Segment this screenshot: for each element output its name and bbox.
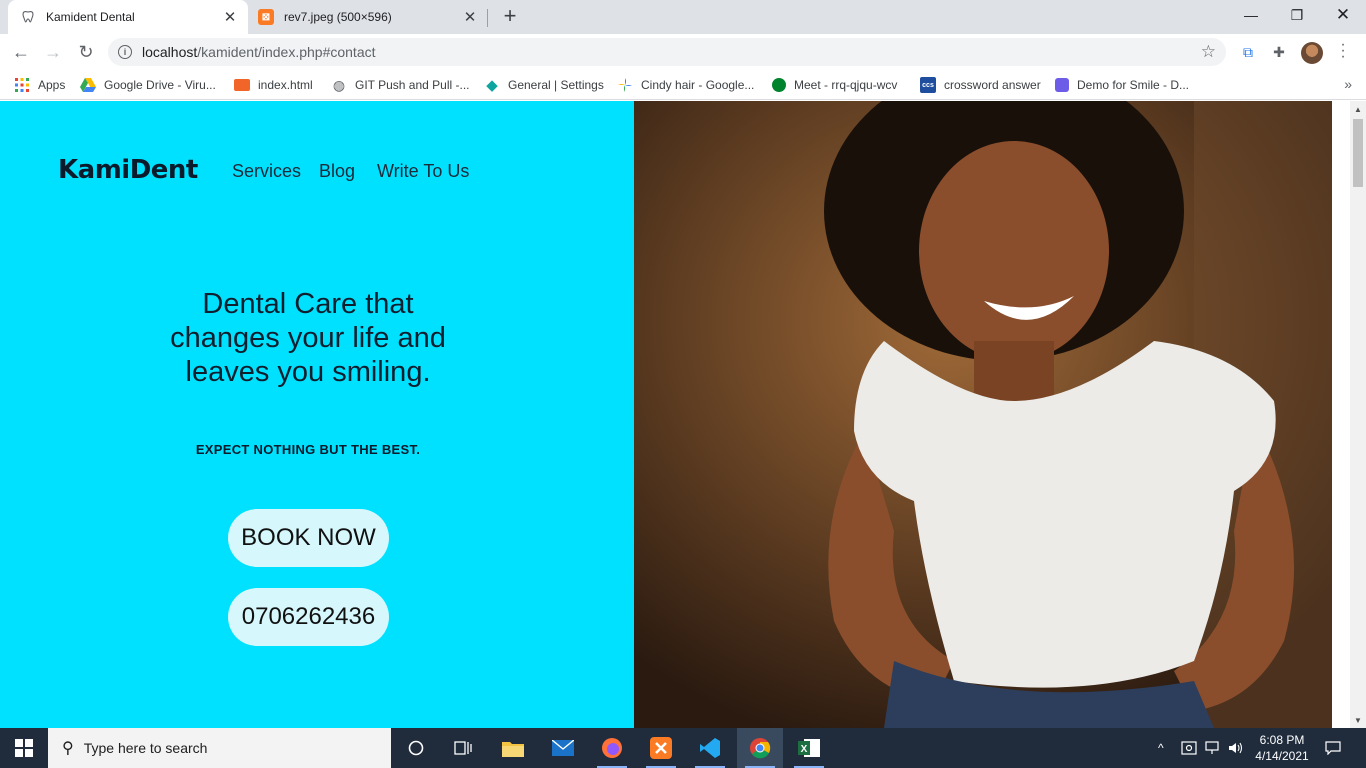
hero-title: Dental Care that changes your life and l… <box>170 288 446 388</box>
chevron-more-bookmarks-icon[interactable]: » <box>1344 76 1352 92</box>
network-icon[interactable] <box>1205 728 1221 768</box>
tab-separator <box>487 9 488 27</box>
excel-icon[interactable]: X <box>786 728 832 768</box>
url-text: localhost/kamident/index.php#contact <box>142 44 376 60</box>
bookmark-label: index.html <box>258 78 313 92</box>
bookmark-git-push-pull[interactable]: ◍ GIT Push and Pull -... <box>331 76 470 94</box>
vscode-icon[interactable] <box>687 728 733 768</box>
bookmark-label: Demo for Smile - D... <box>1077 78 1190 92</box>
page-viewport: KamiDent Services Blog Write To Us Denta… <box>0 101 1366 728</box>
mail-icon[interactable] <box>540 728 586 768</box>
smiling-woman-image <box>634 101 1332 728</box>
bookmark-index-html[interactable]: index.html <box>234 76 313 94</box>
search-placeholder: Type here to search <box>83 740 208 756</box>
volume-icon[interactable] <box>1228 728 1244 768</box>
address-bar[interactable]: i localhost/kamident/index.php#contact ☆ <box>108 38 1226 66</box>
meet-icon <box>772 78 786 92</box>
nav-link-write-to-us[interactable]: Write To Us <box>377 161 469 182</box>
extensions-puzzle-icon[interactable]: ✚ <box>1270 43 1288 61</box>
back-arrow-icon[interactable]: ← <box>8 39 34 65</box>
bookmark-label: GIT Push and Pull -... <box>355 78 470 92</box>
bookmark-label: Google Drive - Viru... <box>104 78 216 92</box>
windows-taskbar: ⚲ Type here to search X ^ 6:08 PM 4/14/2… <box>0 728 1366 768</box>
cortana-icon[interactable] <box>393 728 439 768</box>
task-view-icon[interactable] <box>440 728 486 768</box>
bookmark-cindy-hair[interactable]: Cindy hair - Google... <box>617 76 754 94</box>
book-now-button[interactable]: BOOK NOW <box>228 509 389 567</box>
demo-icon <box>1055 78 1069 92</box>
screen-capture-extension-icon[interactable]: ⧉ <box>1239 43 1257 61</box>
browser-toolbar: ← → ↻ i localhost/kamident/index.php#con… <box>0 34 1366 70</box>
bookmark-meet[interactable]: Meet - rrq-qjqu-wcv <box>772 76 897 94</box>
xampp-icon: ⊠ <box>258 9 274 25</box>
clock-time: 6:08 PM <box>1259 733 1305 747</box>
tooth-icon <box>20 9 36 25</box>
notifications-icon[interactable] <box>1324 728 1342 768</box>
tray-app-icon[interactable] <box>1181 728 1197 768</box>
forward-arrow-icon[interactable]: → <box>40 39 66 65</box>
nav-link-services[interactable]: Services <box>232 161 301 182</box>
close-icon[interactable]: ✕ <box>462 9 478 26</box>
firefox-icon[interactable] <box>589 728 635 768</box>
diamond-icon: ◆ <box>486 77 498 94</box>
scrollbar-thumb[interactable] <box>1353 119 1363 187</box>
file-explorer-icon[interactable] <box>490 728 536 768</box>
bookmarks-bar: Apps Google Drive - Viru... index.html ◍… <box>0 70 1366 100</box>
nav-link-blog[interactable]: Blog <box>319 161 355 182</box>
bookmark-crossword-answer[interactable]: ccs crossword answer <box>920 76 1041 94</box>
xampp-icon[interactable] <box>638 728 684 768</box>
bookmark-google-drive[interactable]: Google Drive - Viru... <box>80 76 216 94</box>
more-menu-icon[interactable]: · · · <box>1338 37 1348 65</box>
scroll-down-icon[interactable]: ▼ <box>1350 712 1366 728</box>
minimize-icon[interactable]: — <box>1228 0 1274 30</box>
bookmark-label: Apps <box>38 78 66 92</box>
html-icon <box>234 79 250 91</box>
bookmark-general-settings[interactable]: ◆ General | Settings <box>484 76 604 94</box>
page-scrollbar[interactable]: ▲ ▼ <box>1350 101 1366 728</box>
windows-start-icon[interactable] <box>0 728 48 768</box>
taskbar-search-input[interactable]: ⚲ Type here to search <box>48 728 391 768</box>
globe-icon: ◍ <box>332 76 346 93</box>
window-close-icon[interactable]: ✕ <box>1320 0 1366 30</box>
reload-icon[interactable]: ↻ <box>73 39 99 65</box>
show-hidden-icons-chevron-icon[interactable]: ^ <box>1158 728 1164 768</box>
tab-rev7-jpeg[interactable]: ⊠ rev7.jpeg (500×596) ✕ <box>250 0 488 34</box>
bookmark-apps[interactable]: Apps <box>14 76 65 94</box>
tab-title: Kamident Dental <box>46 10 135 24</box>
apps-grid-icon <box>14 77 30 93</box>
system-clock[interactable]: 6:08 PM 4/14/2021 <box>1252 732 1312 764</box>
bookmark-label: Meet - rrq-qjqu-wcv <box>794 78 898 92</box>
chrome-icon[interactable] <box>737 728 783 768</box>
browser-tab-bar: Kamident Dental ✕ ⊠ rev7.jpeg (500×596) … <box>0 0 1366 34</box>
google-photos-icon <box>617 77 633 93</box>
new-tab-button[interactable]: + <box>498 5 522 29</box>
hero-left-panel: KamiDent Services Blog Write To Us Denta… <box>0 101 634 728</box>
bookmark-demo-for-smile[interactable]: Demo for Smile - D... <box>1055 76 1189 94</box>
phone-number-button[interactable]: 0706262436 <box>228 588 389 646</box>
scroll-up-icon[interactable]: ▲ <box>1350 101 1366 117</box>
bookmark-label: crossword answer <box>944 78 1041 92</box>
google-drive-icon <box>80 77 96 93</box>
svg-text:X: X <box>801 744 808 755</box>
hero-tagline: EXPECT NOTHING BUT THE BEST. <box>195 442 421 457</box>
avatar[interactable] <box>1301 42 1323 64</box>
bookmark-label: Cindy hair - Google... <box>641 78 755 92</box>
site-logo[interactable]: KamiDent <box>58 155 198 185</box>
close-icon[interactable]: ✕ <box>222 9 238 26</box>
search-icon: ⚲ <box>62 740 74 757</box>
restore-icon[interactable]: ❐ <box>1274 0 1320 30</box>
hero-photo <box>634 101 1332 728</box>
ccs-icon: ccs <box>920 77 936 93</box>
bookmark-star-icon[interactable]: ☆ <box>1201 42 1216 62</box>
info-icon[interactable]: i <box>118 45 132 59</box>
tab-title: rev7.jpeg (500×596) <box>284 10 392 24</box>
tab-kamident-dental[interactable]: Kamident Dental ✕ <box>8 0 248 34</box>
bookmark-label: General | Settings <box>508 78 604 92</box>
clock-date: 4/14/2021 <box>1255 749 1309 763</box>
